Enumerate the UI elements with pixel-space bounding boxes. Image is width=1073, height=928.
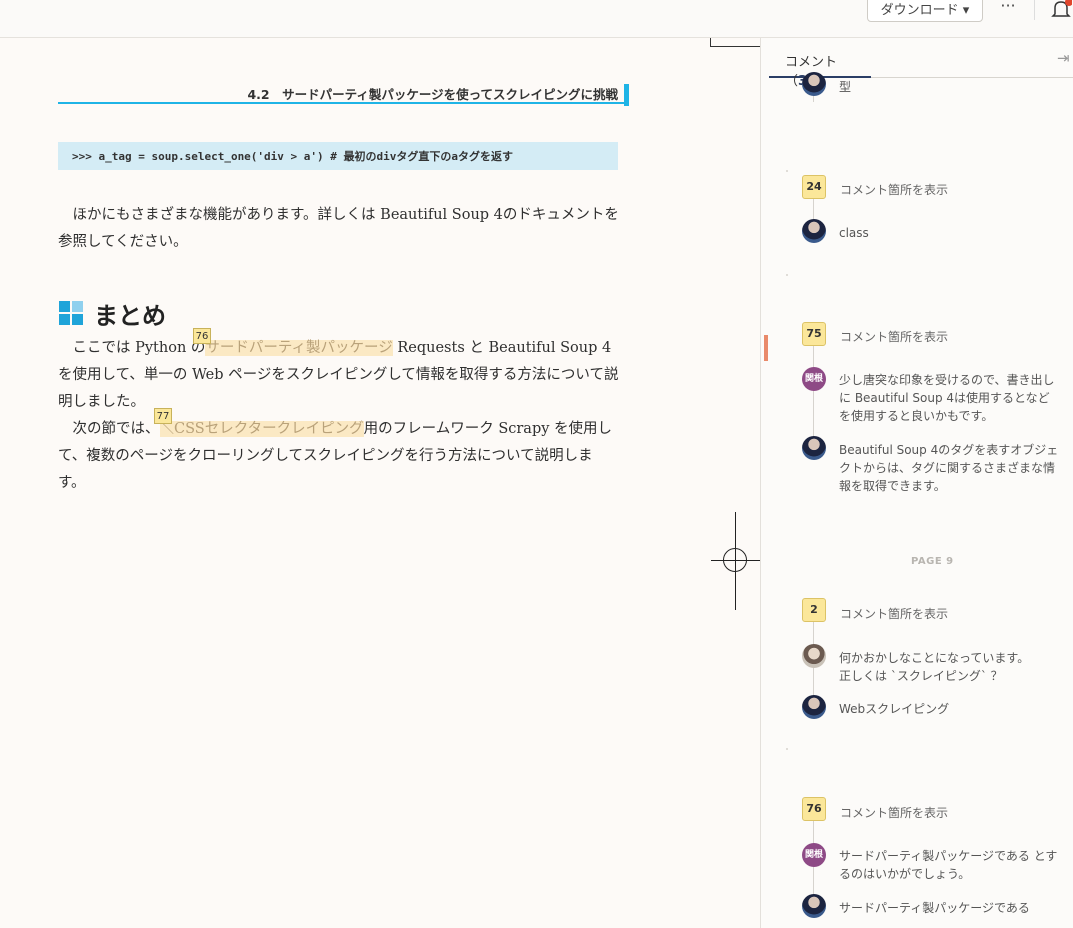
show-comment-location-link[interactable]: コメント箇所を表示 — [840, 605, 948, 622]
thread-number-badge[interactable]: 76 — [802, 797, 826, 821]
section-icon — [59, 301, 83, 325]
separator-dot — [786, 274, 788, 276]
thread-number-badge[interactable]: 75 — [802, 322, 826, 346]
paragraph-2: ここでは Python のサードパーティ製パッケージ Requests と Be… — [58, 335, 620, 416]
document-page: 4.2 サードパーティ製パッケージを使ってスクレイピングに挑戦 >>> a_ta… — [0, 38, 760, 928]
tab-comments[interactable]: コメント（3） — [769, 38, 871, 89]
download-button[interactable]: ダウンロード ▾ — [867, 0, 983, 22]
crop-mark — [710, 38, 760, 47]
comment-text: Beautiful Soup 4のタグを表すオブジェクトからは、タグに関するさま… — [839, 443, 1059, 493]
comment-marker-77[interactable]: 77 — [154, 408, 172, 424]
more-menu-button[interactable]: ··· — [996, 0, 1020, 20]
user-avatar[interactable] — [802, 894, 826, 918]
user-avatar[interactable] — [802, 644, 826, 668]
thread-number-badge[interactable]: 2 — [802, 598, 826, 622]
comment-text: 何かおかしなことになっています。 正しくは `スクレイピング` ？ — [839, 651, 1030, 683]
notification-bell-icon[interactable] — [1050, 0, 1073, 20]
section-title: まとめ — [94, 302, 166, 330]
comment-text: サードパーティ製パッケージである — [839, 901, 1030, 915]
running-head: 4.2 サードパーティ製パッケージを使ってスクレイピングに挑戦 — [247, 87, 618, 102]
show-comment-location-link[interactable]: コメント箇所を表示 — [840, 804, 948, 821]
page-label: PAGE 9 — [911, 556, 954, 567]
comment-text: 型 — [839, 80, 852, 94]
comment-text: Webスクレイピング — [839, 702, 950, 716]
comments-panel: コメント（3） ⇥ 型 24 コメント箇所を表示 class 75 コメント箇所… — [760, 38, 1073, 928]
running-head-bar — [624, 84, 629, 106]
separator-dot — [786, 748, 788, 750]
top-toolbar: ダウンロード ▾ ··· — [0, 0, 1073, 38]
highlighted-text-76[interactable]: サードパーティ製パッケージ — [205, 340, 393, 356]
user-avatar[interactable] — [802, 219, 826, 243]
show-comment-location-link[interactable]: コメント箇所を表示 — [840, 328, 948, 345]
code-block: >>> a_tag = soup.select_one('div > a') #… — [58, 142, 618, 170]
user-avatar[interactable]: 関根 — [802, 367, 826, 391]
running-head-rule — [58, 102, 626, 104]
user-avatar[interactable] — [802, 695, 826, 719]
show-comment-location-link[interactable]: コメント箇所を表示 — [840, 181, 948, 198]
registration-mark-circle — [723, 548, 747, 572]
separator-dot — [786, 170, 788, 172]
comment-text: 少し唐突な印象を受けるので、書き出しに Beautiful Soup 4は使用す… — [839, 373, 1055, 423]
comment-text: class — [839, 226, 869, 240]
toolbar-divider — [1034, 0, 1035, 20]
collapse-panel-icon[interactable]: ⇥ — [1057, 49, 1070, 67]
user-avatar[interactable] — [802, 436, 826, 460]
comment-marker-76[interactable]: 76 — [193, 328, 211, 344]
user-avatar[interactable] — [802, 72, 826, 96]
paragraph-2-text-a: ここでは Python の — [58, 340, 206, 356]
highlighted-text-77[interactable]: ＼CSSセレクタークレイピング — [159, 421, 364, 437]
active-thread-marker — [764, 335, 768, 361]
paragraph-3: 次の節では、＼CSSセレクタークレイピング用のフレームワーク Scrapy を使… — [58, 416, 620, 497]
comment-text: サードパーティ製パッケージである とするのはいかがでしょう。 — [839, 849, 1058, 881]
paragraph-3-text-a: 次の節では、 — [58, 421, 160, 437]
thread-number-badge[interactable]: 24 — [802, 175, 826, 199]
paragraph-1: ほかにもさまざまな機能があります。詳しくは Beautiful Soup 4のド… — [58, 207, 619, 250]
user-avatar[interactable]: 関根 — [802, 843, 826, 867]
